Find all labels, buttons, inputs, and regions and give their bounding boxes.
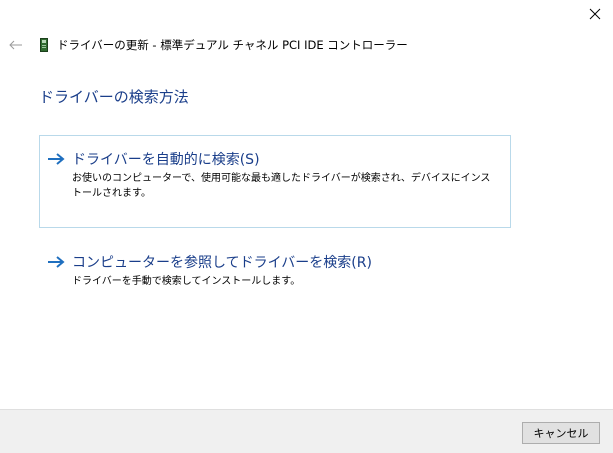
- option-head: コンピューターを参照してドライバーを検索(R): [47, 252, 500, 272]
- auto-search-description: お使いのコンピューターで、使用可能な最も適したドライバーが検索され、デバイスにイ…: [72, 173, 491, 199]
- back-button[interactable]: [5, 34, 27, 56]
- option-head: ドライバーを自動的に検索(S): [47, 149, 500, 169]
- auto-search-label: ドライバーを自動的に検索(S): [72, 152, 260, 168]
- auto-search-option[interactable]: ドライバーを自動的に検索(S) お使いのコンピューターで、使用可能な最も適したド…: [39, 135, 511, 228]
- arrow-right-icon: [47, 254, 67, 270]
- close-icon: [589, 8, 601, 20]
- cancel-button[interactable]: キャンセル: [522, 422, 600, 444]
- browse-search-option[interactable]: コンピューターを参照してドライバーを検索(R) ドライバーを手動で検索してインス…: [39, 238, 511, 298]
- footer-bar: キャンセル: [0, 409, 613, 453]
- close-button[interactable]: [577, 0, 613, 28]
- browse-search-description: ドライバーを手動で検索してインストールします。: [72, 276, 301, 287]
- driver-update-window: ドライバーの更新 - 標準デュアル チャネル PCI IDE コントローラー ド…: [0, 0, 613, 453]
- back-arrow-icon: [9, 40, 22, 50]
- window-title: ドライバーの更新 - 標準デュアル チャネル PCI IDE コントローラー: [57, 38, 408, 52]
- header-row: ドライバーの更新 - 標準デュアル チャネル PCI IDE コントローラー: [0, 34, 600, 56]
- page-title: ドライバーの検索方法: [39, 88, 189, 106]
- browse-search-label: コンピューターを参照してドライバーを検索(R): [72, 255, 372, 271]
- device-icon: [37, 36, 51, 54]
- arrow-right-icon: [47, 151, 67, 167]
